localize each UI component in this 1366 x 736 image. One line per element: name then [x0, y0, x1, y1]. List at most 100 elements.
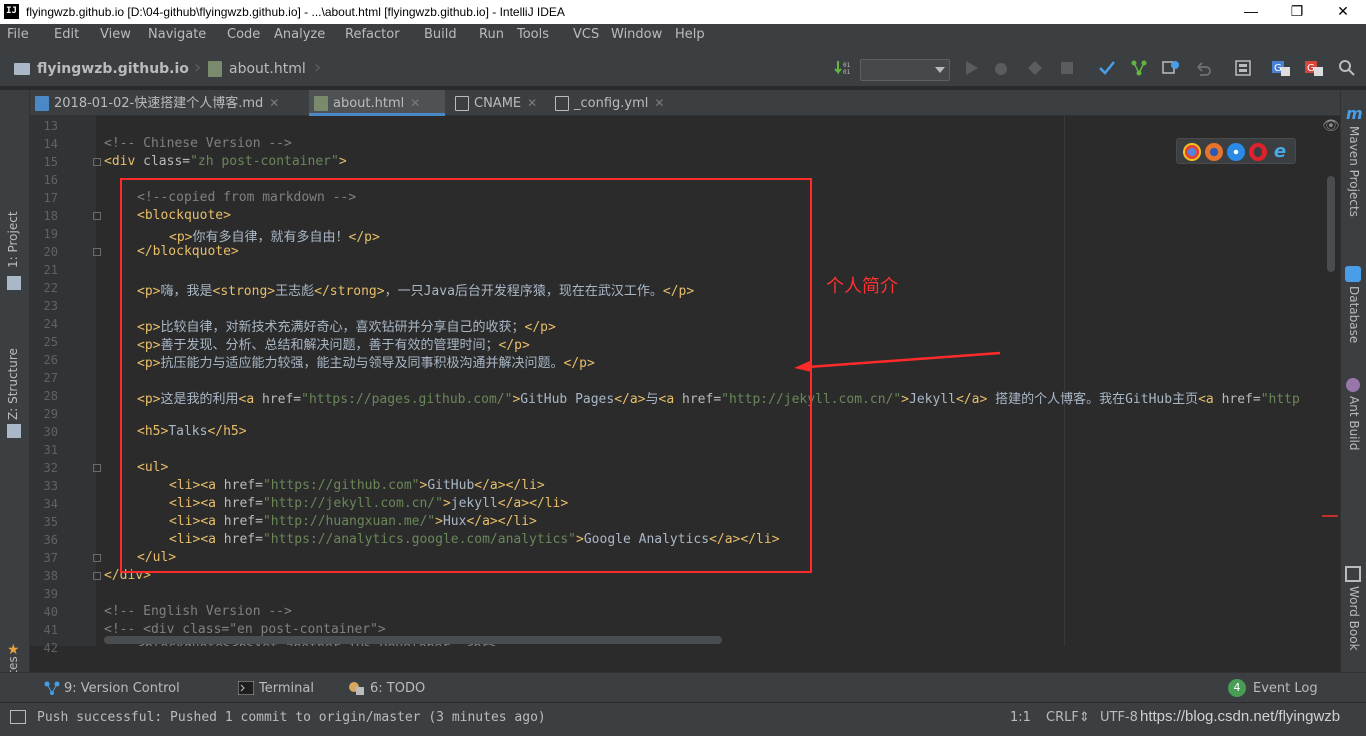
menu-build[interactable]: Build	[424, 27, 457, 42]
line-number: 29	[43, 407, 58, 421]
breadcrumb-file[interactable]: about.html	[229, 61, 306, 77]
annotation-highlight-box	[120, 178, 812, 573]
database-tool-button[interactable]: Database	[1347, 286, 1361, 343]
close-tab-icon[interactable]: ✕	[269, 96, 279, 110]
line-number: 24	[43, 317, 58, 331]
bottom-tool-bar: 9: Version Control Terminal 6: TODO 4 Ev…	[0, 672, 1366, 702]
line-number: 37	[43, 551, 58, 565]
menu-code[interactable]: Code	[227, 27, 260, 42]
vertical-scrollbar[interactable]	[1327, 176, 1335, 272]
chrome-icon[interactable]	[1183, 143, 1201, 161]
translate-replace-icon[interactable]: G	[1305, 59, 1323, 77]
vcs-update-icon[interactable]: 0101	[834, 59, 852, 77]
close-tab-icon[interactable]: ✕	[527, 96, 537, 110]
fold-marker[interactable]	[93, 212, 101, 220]
close-tab-icon[interactable]: ✕	[410, 96, 420, 110]
text-file-icon	[455, 96, 469, 111]
line-number: 13	[43, 119, 58, 133]
coverage-icon[interactable]	[1026, 59, 1044, 77]
fold-marker[interactable]	[93, 464, 101, 472]
menu-file[interactable]: File	[7, 27, 29, 42]
menu-bar: File Edit View Navigate Code Analyze Ref…	[0, 24, 1366, 47]
event-log-tool-button[interactable]: Event Log	[1253, 681, 1318, 696]
line-number: 31	[43, 443, 58, 457]
horizontal-scrollbar[interactable]	[104, 636, 722, 644]
debug-icon[interactable]	[992, 59, 1010, 77]
line-separator-selector[interactable]: CRLF⇕	[1046, 710, 1090, 725]
menu-analyze[interactable]: Analyze	[274, 27, 325, 42]
vcs-push-icon[interactable]	[1130, 59, 1148, 77]
tab-markdown-post[interactable]: 2018-01-02-快速搭建个人博客.md ✕	[30, 90, 308, 116]
vcs-commit-icon[interactable]	[1098, 59, 1116, 77]
line-number: 33	[43, 479, 58, 493]
structure-tool-button[interactable]: Z: Structure	[6, 348, 20, 420]
opera-icon[interactable]	[1249, 143, 1267, 161]
menu-tools[interactable]: Tools	[517, 27, 549, 42]
line-number: 19	[43, 227, 58, 241]
todo-tool-button[interactable]: 6: TODO	[370, 681, 425, 696]
tab-about-html[interactable]: about.html ✕	[309, 90, 445, 116]
version-control-tool-button[interactable]: 9: Version Control	[64, 681, 180, 696]
left-tool-stripe: 1: Project Z: Structure 2: Favorites ★	[0, 90, 30, 726]
fold-marker[interactable]	[93, 572, 101, 580]
fold-marker[interactable]	[93, 158, 101, 166]
code-line-15: <div class="zh post-container">	[104, 154, 347, 169]
menu-help[interactable]: Help	[675, 27, 705, 42]
menu-navigate[interactable]: Navigate	[148, 27, 206, 42]
encoding-selector[interactable]: UTF-8⇕	[1100, 710, 1140, 725]
run-configuration-dropdown[interactable]	[860, 59, 950, 81]
line-number: 21	[43, 263, 58, 277]
caret-position[interactable]: 1:1	[1010, 710, 1031, 725]
annotation-label: 个人简介	[826, 276, 898, 297]
menu-run[interactable]: Run	[479, 27, 504, 42]
tab-cname[interactable]: CNAME ✕	[450, 90, 546, 116]
menu-window[interactable]: Window	[611, 27, 662, 42]
breadcrumb-project[interactable]: flyingwzb.github.io	[37, 61, 189, 77]
menu-view[interactable]: View	[100, 27, 131, 42]
firefox-icon[interactable]	[1205, 143, 1223, 161]
tool-windows-toggle-icon[interactable]	[10, 710, 26, 724]
restore-button[interactable]: ❐	[1274, 0, 1320, 24]
eye-icon[interactable]: 👁	[1322, 118, 1340, 134]
tab-label: 2018-01-02-快速搭建个人博客.md	[54, 96, 264, 111]
minimize-button[interactable]: —	[1228, 0, 1274, 24]
menu-edit[interactable]: Edit	[54, 27, 79, 42]
menu-refactor[interactable]: Refactor	[345, 27, 400, 42]
folder-icon	[14, 63, 30, 75]
word-book-icon	[1345, 566, 1361, 582]
line-number: 28	[43, 389, 58, 403]
line-number: 30	[43, 425, 58, 439]
safari-icon[interactable]	[1227, 143, 1245, 161]
vcs-revert-icon[interactable]	[1194, 59, 1212, 77]
status-message[interactable]: Push successful: Pushed 1 commit to orig…	[37, 710, 546, 725]
project-structure-icon[interactable]	[1234, 59, 1252, 77]
code-line-41: <!-- <div class="en post-container">	[104, 622, 386, 637]
vcs-history-icon[interactable]	[1162, 59, 1180, 77]
project-tool-button[interactable]: 1: Project	[6, 211, 20, 268]
database-icon	[1345, 266, 1361, 282]
tab-config-yml[interactable]: _config.yml ✕	[550, 90, 690, 116]
right-tool-stripe: m Maven Projects Database Ant Build Word…	[1340, 90, 1366, 672]
tab-label: _config.yml	[574, 96, 649, 111]
terminal-tool-button[interactable]: Terminal	[259, 681, 314, 696]
word-book-tool-button[interactable]: Word Book	[1347, 586, 1361, 651]
menu-vcs[interactable]: VCS	[573, 27, 599, 42]
close-tab-icon[interactable]: ✕	[654, 96, 664, 110]
line-number: 23	[43, 299, 58, 313]
ie-icon[interactable]: e	[1271, 143, 1289, 161]
error-stripe-marker[interactable]	[1322, 515, 1338, 517]
line-number: 32	[43, 461, 58, 475]
maven-projects-tool-button[interactable]: Maven Projects	[1347, 126, 1361, 217]
run-icon[interactable]	[962, 59, 980, 77]
stop-icon[interactable]	[1058, 59, 1076, 77]
search-everywhere-icon[interactable]	[1338, 59, 1356, 77]
fold-marker[interactable]	[93, 248, 101, 256]
title-bar: IJ flyingwzb.github.io [D:\04-github\fly…	[0, 0, 1366, 24]
ant-build-tool-button[interactable]: Ant Build	[1347, 396, 1361, 450]
svg-text:01: 01	[843, 62, 851, 69]
translate-icon[interactable]: G	[1272, 59, 1290, 77]
fold-marker[interactable]	[93, 554, 101, 562]
intellij-app-icon: IJ	[4, 4, 19, 19]
close-window-button[interactable]: ✕	[1320, 0, 1366, 24]
line-number: 15	[43, 155, 58, 169]
